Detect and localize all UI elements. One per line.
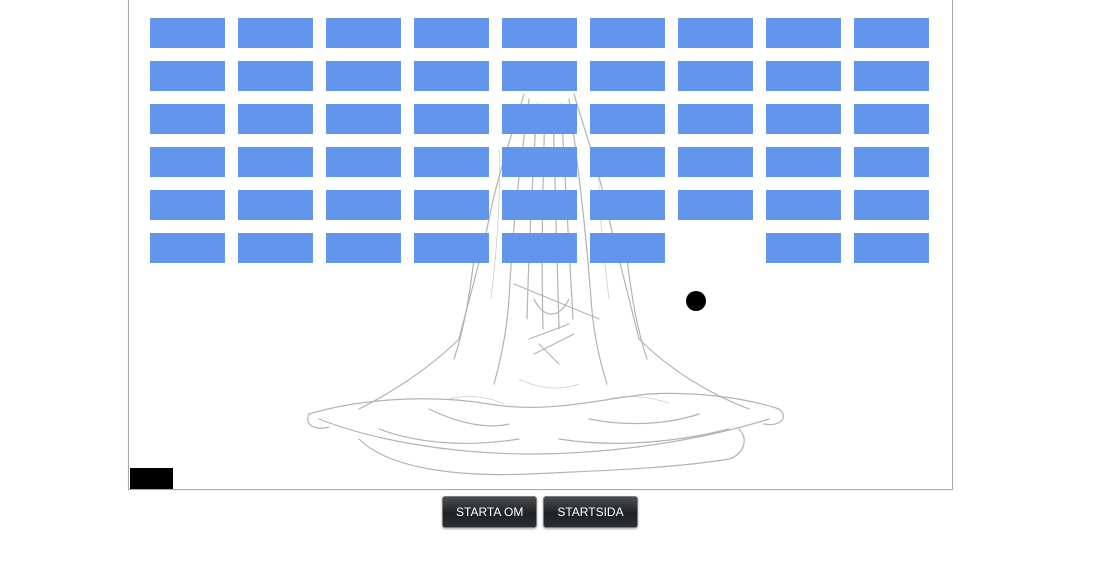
brick — [150, 190, 225, 220]
brick — [590, 233, 665, 263]
game-canvas[interactable] — [128, 0, 953, 490]
brick — [502, 104, 577, 134]
brick — [854, 233, 929, 263]
brick — [502, 61, 577, 91]
brick — [238, 190, 313, 220]
brick — [238, 61, 313, 91]
brick — [326, 190, 401, 220]
brick — [854, 104, 929, 134]
brick — [854, 190, 929, 220]
brick — [238, 233, 313, 263]
brick — [414, 61, 489, 91]
brick — [238, 147, 313, 177]
brick — [150, 147, 225, 177]
brick — [150, 233, 225, 263]
brick — [502, 190, 577, 220]
brick — [326, 61, 401, 91]
brick — [414, 104, 489, 134]
brick — [766, 61, 841, 91]
brick — [766, 104, 841, 134]
restart-button[interactable]: STARTA OM — [442, 496, 538, 528]
paddle[interactable] — [130, 468, 173, 489]
brick — [238, 18, 313, 48]
brick — [326, 18, 401, 48]
brick — [766, 18, 841, 48]
brick — [678, 61, 753, 91]
brick — [766, 233, 841, 263]
home-button[interactable]: STARTSIDA — [543, 496, 638, 528]
brick — [414, 147, 489, 177]
brick — [590, 104, 665, 134]
brick — [590, 61, 665, 91]
brick — [414, 18, 489, 48]
brick — [590, 147, 665, 177]
brick — [590, 190, 665, 220]
brick — [414, 233, 489, 263]
brick — [678, 104, 753, 134]
brick — [150, 61, 225, 91]
brick — [414, 190, 489, 220]
brick — [678, 18, 753, 48]
brick — [238, 104, 313, 134]
brick — [326, 233, 401, 263]
brick — [502, 18, 577, 48]
brick — [678, 147, 753, 177]
brick — [854, 147, 929, 177]
brick — [326, 104, 401, 134]
ball — [686, 291, 706, 311]
brick — [502, 147, 577, 177]
brick — [150, 104, 225, 134]
brick — [326, 147, 401, 177]
brick — [766, 147, 841, 177]
brick — [502, 233, 577, 263]
brick — [590, 18, 665, 48]
brick — [766, 190, 841, 220]
brick — [854, 61, 929, 91]
brick — [854, 18, 929, 48]
game-controls: STARTA OM STARTSIDA — [442, 496, 638, 528]
brick — [678, 190, 753, 220]
brick — [150, 18, 225, 48]
